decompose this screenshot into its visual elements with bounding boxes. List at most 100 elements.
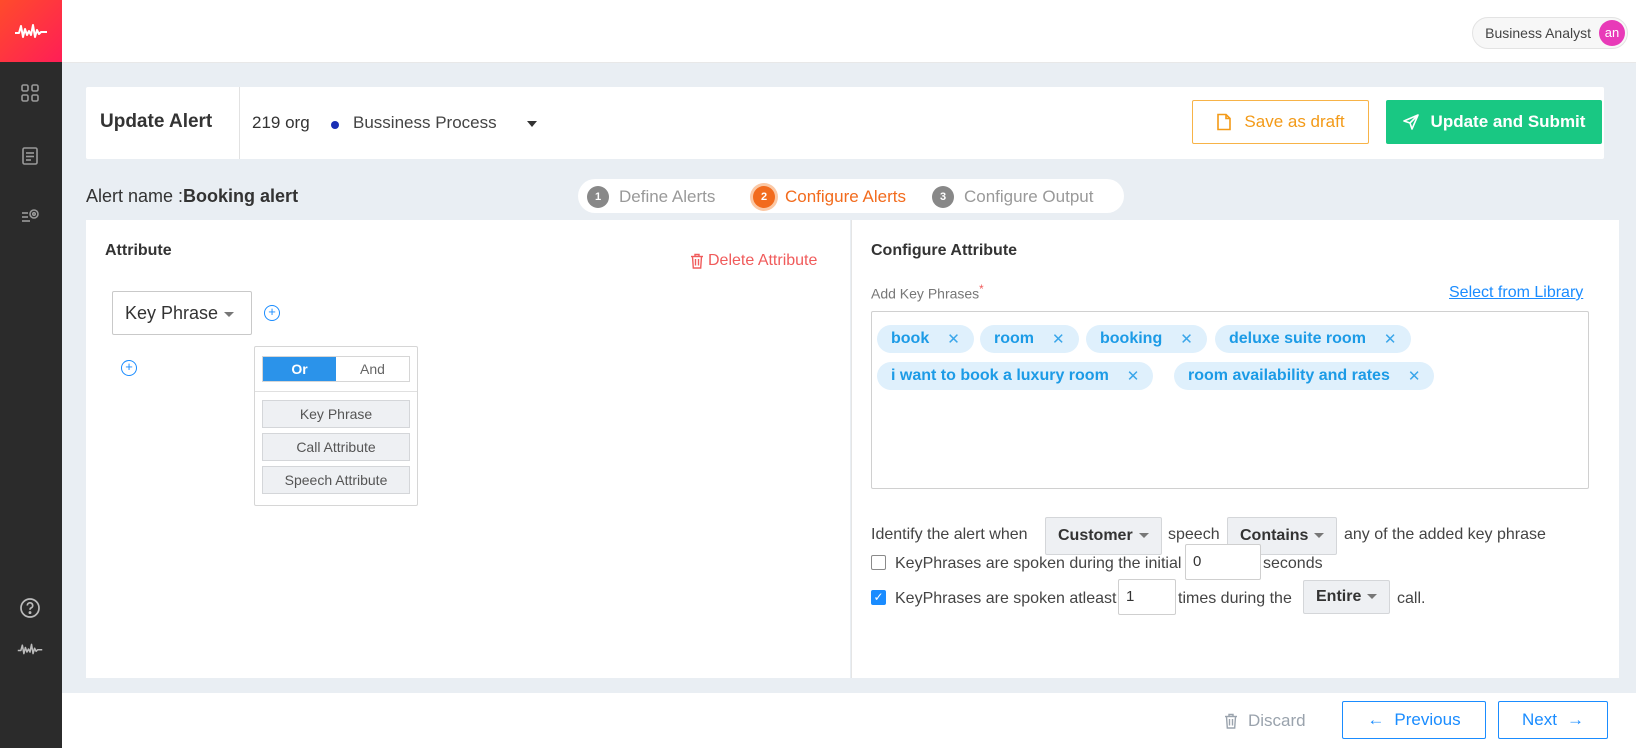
attribute-title: Attribute	[105, 242, 172, 259]
attribute-type-select[interactable]: Key Phrase	[112, 291, 252, 335]
caret-down-icon	[1314, 533, 1325, 539]
call-label: call.	[1397, 590, 1426, 607]
dashboard-grid-icon[interactable]	[17, 80, 43, 106]
step-number: 1	[587, 186, 609, 208]
remove-chip-icon[interactable]: ✕	[1052, 330, 1065, 348]
divider	[239, 87, 240, 159]
key-phrase-chip: i want to book a luxury room ✕	[877, 362, 1154, 390]
user-menu[interactable]: Business Analyst an	[1472, 17, 1628, 49]
process-select[interactable]: Bussiness Process	[353, 113, 497, 133]
arrow-left-icon: ←	[1367, 710, 1385, 729]
alert-header: Update Alert 219 org Bussiness Process S…	[86, 87, 1604, 159]
app-logo[interactable]	[0, 0, 62, 62]
update-submit-label: Update and Submit	[1430, 112, 1586, 131]
arrow-right-icon: →	[1566, 710, 1584, 729]
step-configure-alerts[interactable]: 2 Configure Alerts	[753, 186, 906, 208]
key-phrase-chip: booking ✕	[1086, 325, 1207, 353]
required-mark: *	[979, 283, 984, 296]
next-label: Next	[1522, 710, 1557, 729]
seconds-label: seconds	[1263, 555, 1323, 572]
and-toggle[interactable]: And	[336, 357, 409, 381]
initial-seconds-checkbox[interactable]	[871, 555, 886, 570]
sidebar	[0, 0, 62, 748]
help-icon[interactable]	[17, 595, 43, 621]
alert-name-value: Booking alert	[183, 186, 299, 206]
configure-attribute-title: Configure Attribute	[871, 242, 1018, 259]
delete-attribute-button[interactable]: Delete Attribute	[690, 252, 817, 270]
caret-down-icon[interactable]	[527, 121, 537, 127]
next-button[interactable]: Next →	[1498, 701, 1608, 739]
process-dot-icon	[331, 121, 339, 129]
chip-label: deluxe suite room	[1229, 330, 1366, 347]
trash-icon	[1225, 713, 1237, 729]
send-icon	[1402, 114, 1419, 130]
waveform-brand-icon	[17, 636, 43, 662]
chip-label: room availability and rates	[1188, 367, 1390, 384]
avatar: an	[1599, 20, 1625, 46]
remove-chip-icon[interactable]: ✕	[1127, 367, 1140, 385]
user-role: Business Analyst	[1485, 25, 1591, 41]
alerts-settings-icon[interactable]	[17, 203, 43, 229]
caret-down-icon	[224, 311, 235, 317]
attribute-panel: Attribute Delete Attribute Key Phrase + …	[86, 220, 850, 678]
step-label: Configure Alerts	[785, 187, 906, 206]
alert-name: Alert name :Booking alert	[86, 186, 298, 207]
update-submit-button[interactable]: Update and Submit	[1386, 100, 1602, 144]
discard-label: Discard	[1248, 711, 1306, 730]
attribute-type-value: Key Phrase	[125, 303, 219, 323]
step-label: Define Alerts	[619, 187, 716, 206]
add-condition-plus-icon[interactable]: +	[264, 305, 280, 321]
operator-toggle: Or And	[262, 356, 410, 382]
scope-select[interactable]: Entire	[1303, 580, 1391, 614]
option-call-attribute[interactable]: Call Attribute	[262, 433, 410, 461]
remove-chip-icon[interactable]: ✕	[1180, 330, 1193, 348]
select-from-library-link[interactable]: Select from Library	[1449, 284, 1583, 302]
alert-name-label: Alert name :	[86, 186, 184, 206]
or-toggle[interactable]: Or	[263, 357, 336, 381]
save-draft-button[interactable]: Save as draft	[1192, 100, 1369, 144]
option-speech-attribute[interactable]: Speech Attribute	[262, 466, 410, 494]
document-list-icon[interactable]	[17, 143, 43, 169]
add-key-phrases-text: Add Key Phrases	[871, 285, 980, 302]
step-define-alerts[interactable]: 1 Define Alerts	[587, 186, 715, 208]
add-key-phrases-label: Add Key Phrases*	[871, 283, 984, 302]
initial-seconds-row: KeyPhrases are spoken during the initial…	[871, 544, 1591, 582]
key-phrase-chip: deluxe suite room ✕	[1215, 325, 1411, 353]
footer-actions: Discard ← Previous Next →	[62, 693, 1636, 748]
speaker-value: Customer	[1058, 527, 1133, 544]
trash-icon	[691, 253, 703, 269]
option-key-phrase[interactable]: Key Phrase	[262, 400, 410, 428]
remove-chip-icon[interactable]: ✕	[1384, 330, 1397, 348]
stepper: 1 Define Alerts 2 Configure Alerts 3 Con…	[578, 179, 1124, 213]
add-group-plus-icon[interactable]: +	[121, 360, 137, 376]
remove-chip-icon[interactable]: ✕	[947, 330, 960, 348]
previous-label: Previous	[1394, 710, 1461, 729]
delete-attribute-label: Delete Attribute	[708, 252, 818, 269]
speech-word: speech	[1168, 526, 1220, 543]
chip-label: i want to book a luxury room	[891, 367, 1109, 384]
previous-button[interactable]: ← Previous	[1342, 701, 1486, 739]
atleast-times-input[interactable]: 1	[1118, 579, 1176, 615]
match-value: Contains	[1240, 527, 1309, 544]
step-number: 3	[932, 186, 954, 208]
org-name: 219 org	[252, 113, 310, 132]
chip-label: room	[994, 330, 1034, 347]
configure-attribute-panel: Configure Attribute Add Key Phrases* Sel…	[851, 220, 1619, 678]
times-label: times during the	[1178, 590, 1292, 607]
discard-button[interactable]: Discard	[1224, 711, 1306, 731]
caret-down-icon	[1367, 594, 1378, 600]
identify-suffix: any of the added key phrase	[1344, 526, 1546, 543]
waveform-logo-icon	[15, 24, 47, 38]
atleast-times-checkbox[interactable]: ✓	[871, 590, 886, 605]
chip-label: book	[891, 330, 930, 347]
save-draft-label: Save as draft	[1244, 112, 1345, 131]
scope-value: Entire	[1316, 588, 1362, 605]
step-configure-output[interactable]: 3 Configure Output	[932, 186, 1093, 208]
atleast-times-row: ✓ KeyPhrases are spoken atleast 1 times …	[871, 579, 1591, 617]
identify-prefix: Identify the alert when	[871, 526, 1028, 543]
file-icon	[1217, 113, 1232, 131]
remove-chip-icon[interactable]: ✕	[1408, 367, 1421, 385]
key-phrase-input[interactable]: book ✕ room ✕ booking ✕ deluxe suite room ✕ …	[871, 311, 1589, 489]
initial-seconds-input[interactable]: 0	[1185, 544, 1261, 580]
initial-seconds-label: KeyPhrases are spoken during the initial	[895, 555, 1182, 572]
